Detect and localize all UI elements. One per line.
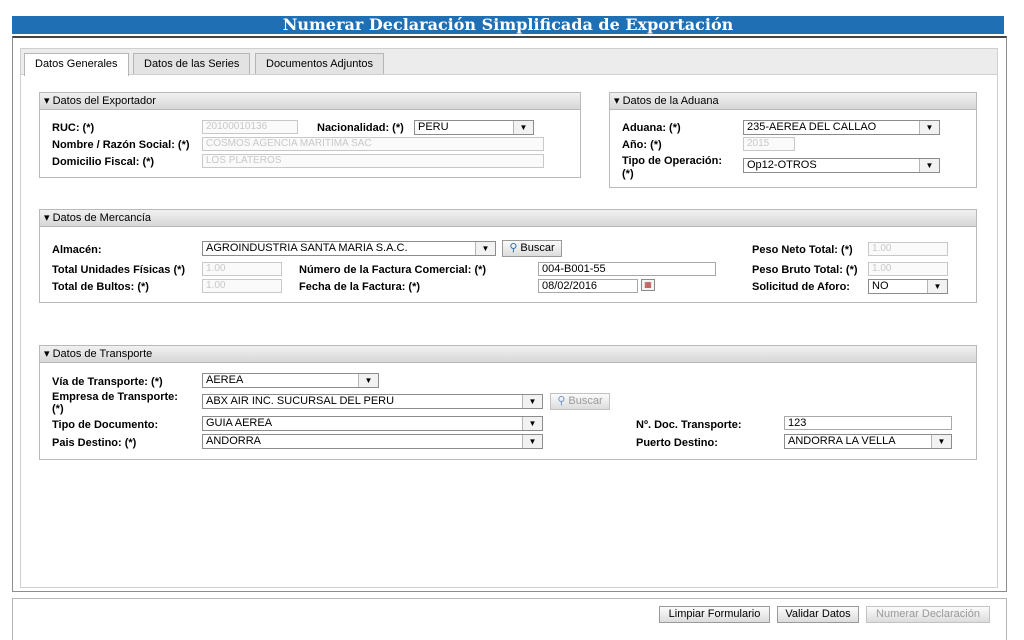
triangle-down-icon: ▾ — [44, 348, 50, 360]
tipo-operacion-value: Op12-OTROS — [747, 159, 817, 171]
fecha-factura-field[interactable]: 08/02/2016 — [538, 279, 638, 293]
tab-datos-series[interactable]: Datos de las Series — [133, 53, 251, 75]
chevron-down-icon[interactable]: ▼ — [358, 374, 378, 387]
ruc-label: RUC: (*) — [52, 122, 95, 134]
chevron-down-icon[interactable]: ▼ — [919, 159, 939, 172]
chevron-down-icon[interactable]: ▼ — [513, 121, 533, 134]
panel-transporte-header[interactable]: ▾ Datos de Transporte — [40, 346, 976, 363]
empresa-transporte-label: Empresa de Transporte: — [52, 391, 178, 403]
tab-datos-generales[interactable]: Datos Generales — [24, 53, 129, 76]
almacen-buscar-label: Buscar — [520, 242, 555, 254]
empresa-transporte-select[interactable]: ABX AIR INC. SUCURSAL DEL PERU ▼ — [202, 394, 543, 409]
bultos-label: Total de Bultos: (*) — [52, 281, 149, 293]
panel-aduana-header[interactable]: ▾ Datos de la Aduana — [610, 93, 976, 110]
panel-transporte-title: Datos de Transporte — [52, 348, 153, 360]
domicilio-label: Domicilio Fiscal: (*) — [52, 156, 155, 168]
anio-label: Año: (*) — [622, 139, 662, 151]
via-transporte-label: Vía de Transporte: (*) — [52, 376, 163, 388]
panel-mercancia-title: Datos de Mercancía — [52, 212, 152, 224]
panel-mercancia-header[interactable]: ▾ Datos de Mercancía — [40, 210, 976, 227]
aforo-value: NO — [872, 280, 889, 292]
nacionalidad-value: PERU — [418, 121, 449, 133]
almacen-value: AGROINDUSTRIA SANTA MARIA S.A.C. — [206, 242, 408, 254]
validar-datos-button[interactable]: Validar Datos — [777, 606, 859, 623]
magnifier-icon: ⚲ — [557, 395, 566, 407]
nro-doc-transporte-label: Nº. Doc. Transporte: — [636, 419, 742, 431]
puerto-destino-label: Puerto Destino: — [636, 437, 718, 449]
almacen-buscar-button[interactable]: ⚲ Buscar — [502, 240, 562, 257]
chevron-down-icon[interactable]: ▼ — [931, 435, 951, 448]
peso-neto-field[interactable]: 1.00 — [868, 242, 948, 256]
chevron-down-icon[interactable]: ▼ — [919, 121, 939, 134]
razon-social-field[interactable]: COSMOS AGENCIA MARITIMA SAC — [202, 137, 544, 151]
page-title: Numerar Declaración Simplificada de Expo… — [12, 16, 1004, 34]
tipo-operacion-label: Tipo de Operación: — [622, 155, 723, 167]
tipo-documento-label: Tipo de Documento: — [52, 419, 159, 431]
fecha-factura-label: Fecha de la Factura: (*) — [299, 281, 421, 293]
triangle-down-icon: ▾ — [44, 95, 50, 107]
panel-exportador-header[interactable]: ▾ Datos del Exportador — [40, 93, 580, 110]
empresa-buscar-label: Buscar — [568, 395, 603, 407]
ruc-field[interactable]: 20100010136 — [202, 120, 298, 134]
magnifier-icon: ⚲ — [509, 242, 518, 254]
pais-destino-value: ANDORRA — [206, 435, 262, 447]
almacen-label: Almacén: — [52, 244, 102, 256]
numerar-declaracion-button[interactable]: Numerar Declaración — [866, 606, 990, 623]
factura-field[interactable]: 004-B001-55 — [538, 262, 716, 276]
tipo-documento-value: GUIA AEREA — [206, 417, 273, 429]
pais-destino-label: Pais Destino: (*) — [52, 437, 137, 449]
peso-bruto-field[interactable]: 1.00 — [868, 262, 948, 276]
empresa-transporte-label-required: (*) — [52, 403, 64, 415]
panel-exportador-title: Datos del Exportador — [52, 95, 156, 107]
tipo-documento-select[interactable]: GUIA AEREA ▼ — [202, 416, 543, 431]
chevron-down-icon[interactable]: ▼ — [475, 242, 495, 255]
domicilio-field[interactable]: LOS PLATEROS — [202, 154, 544, 168]
tipo-operacion-label-required: (*) — [622, 168, 634, 180]
puerto-destino-value: ANDORRA LA VELLA — [788, 435, 896, 447]
triangle-down-icon: ▾ — [614, 95, 620, 107]
nacionalidad-select[interactable]: PERU ▼ — [414, 120, 534, 135]
chevron-down-icon[interactable]: ▼ — [522, 435, 542, 448]
bultos-field[interactable]: 1.00 — [202, 279, 282, 293]
via-transporte-value: AEREA — [206, 374, 244, 386]
chevron-down-icon[interactable]: ▼ — [522, 417, 542, 430]
puerto-destino-select[interactable]: ANDORRA LA VELLA ▼ — [784, 434, 952, 449]
nacionalidad-label: Nacionalidad: (*) — [317, 122, 404, 134]
chevron-down-icon[interactable]: ▼ — [522, 395, 542, 408]
unidades-fisicas-field[interactable]: 1.00 — [202, 262, 282, 276]
tipo-operacion-select[interactable]: Op12-OTROS ▼ — [743, 158, 940, 173]
empresa-buscar-button[interactable]: ⚲ Buscar — [550, 393, 610, 410]
razon-social-label: Nombre / Razón Social: (*) — [52, 139, 190, 151]
factura-label: Número de la Factura Comercial: (*) — [299, 264, 487, 276]
panel-aduana-title: Datos de la Aduana — [622, 95, 719, 107]
calendar-icon[interactable]: ▦ — [641, 279, 655, 291]
empresa-transporte-value: ABX AIR INC. SUCURSAL DEL PERU — [206, 395, 395, 407]
peso-neto-label: Peso Neto Total: (*) — [752, 244, 853, 256]
tab-documentos-adjuntos[interactable]: Documentos Adjuntos — [255, 53, 385, 75]
triangle-down-icon: ▾ — [44, 212, 50, 224]
nro-doc-transporte-field[interactable]: 123 — [784, 416, 952, 430]
unidades-fisicas-label: Total Unidades Físicas (*) — [52, 264, 186, 276]
almacen-select[interactable]: AGROINDUSTRIA SANTA MARIA S.A.C. ▼ — [202, 241, 496, 256]
pais-destino-select[interactable]: ANDORRA ▼ — [202, 434, 543, 449]
via-transporte-select[interactable]: AEREA ▼ — [202, 373, 379, 388]
aforo-label: Solicitud de Aforo: — [752, 281, 850, 293]
limpiar-formulario-button[interactable]: Limpiar Formulario — [659, 606, 770, 623]
peso-bruto-label: Peso Bruto Total: (*) — [752, 264, 858, 276]
aduana-value: 235-AEREA DEL CALLAO — [747, 121, 877, 133]
chevron-down-icon[interactable]: ▼ — [927, 280, 947, 293]
aduana-select[interactable]: 235-AEREA DEL CALLAO ▼ — [743, 120, 940, 135]
aduana-label: Aduana: (*) — [622, 122, 681, 134]
anio-field[interactable]: 2015 — [743, 137, 795, 151]
aforo-select[interactable]: NO ▼ — [868, 279, 948, 294]
